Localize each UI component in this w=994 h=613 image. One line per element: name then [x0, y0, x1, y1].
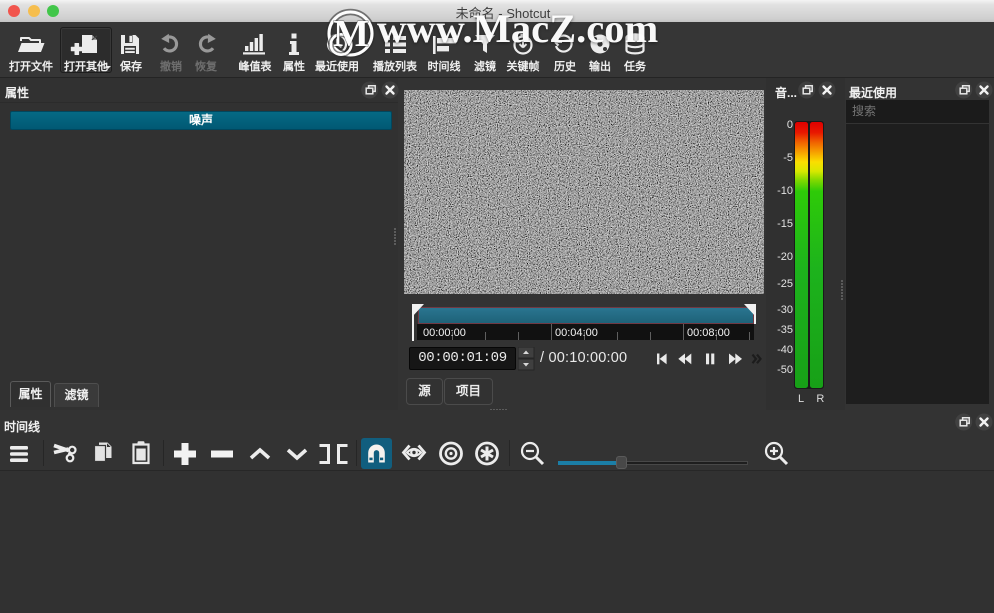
svg-text:00:00:00: 00:00:00 [423, 327, 466, 339]
svg-text:00:08:00: 00:08:00 [687, 327, 730, 339]
svg-text:00:04:00: 00:04:00 [555, 327, 598, 339]
